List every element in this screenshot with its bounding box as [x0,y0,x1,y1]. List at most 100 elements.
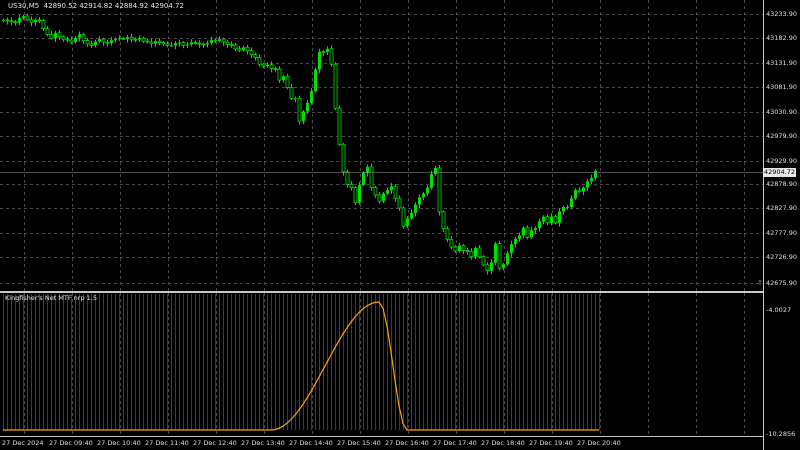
candle-body [514,238,517,245]
candle-body [530,230,533,238]
price-tick: 42827.90 [766,204,798,212]
candle-body [218,39,221,42]
candle-body [318,51,321,70]
candle-body [449,238,454,248]
time-label: 27 Dec 11:40 [145,439,189,447]
candle-body [430,174,433,188]
price-tick: 42777.90 [766,229,798,237]
candle-body [497,243,502,269]
indicator-label: Kingfisher's Net MTF nrp 1.5 [5,294,98,302]
candle-body [390,186,393,191]
candle-body [401,207,406,227]
candle-body [538,221,541,229]
time-label: 27 Dec 16:40 [385,439,429,447]
candle-body [550,216,553,223]
candle-body [477,247,482,258]
candle-body [89,43,94,46]
candle-body [249,50,254,55]
candle-body [154,41,157,44]
candle-body [81,33,86,41]
candle-body [181,42,186,46]
candle-body [133,38,138,41]
candle-body [101,38,106,43]
candle-body [13,21,18,24]
candle-body [502,264,505,269]
candle-body [225,41,230,45]
candle-body [9,20,14,23]
candle-body [245,46,250,52]
candle-body [138,38,141,40]
candle-body [5,19,10,22]
candle-body [74,37,77,43]
candle-body [469,250,474,258]
chart-title: US30,M5 42890.52 42914.82 42884.92 42904… [8,2,184,10]
candle-body [210,40,213,43]
candle-body [434,167,437,175]
candle-body [237,48,242,51]
candle-body [78,34,81,38]
candle-body [445,228,450,240]
candle-body [574,190,577,199]
candle-body [326,48,329,53]
candle-body [310,91,313,103]
candle-body [534,228,537,231]
price-tick: 42878.90 [766,180,798,188]
candle-body [586,181,589,188]
candle-body [494,243,497,263]
current-price-label: 42904.72 [763,168,796,177]
candle-body [302,111,305,122]
candle-body [490,262,493,271]
candle-body [253,54,258,58]
candle-body [105,41,110,44]
candle-body [186,44,189,46]
indicator-histogram [3,294,600,430]
candle-body [426,187,429,194]
indicator-max-label: -4.0027 [766,306,792,314]
candle-body [282,76,285,81]
candle-body [165,43,170,46]
candle-body [170,45,173,47]
candle-body [582,187,585,192]
candle-body [126,37,129,39]
candle-body [149,41,154,44]
candle-body [233,44,238,50]
candle-body [110,40,113,43]
candle-body [386,190,389,194]
candlestick-series [2,13,597,275]
price-tick: 43030.90 [766,108,798,116]
candle-body [590,178,593,182]
candle-body [269,64,274,69]
candle-body [229,44,234,46]
candle-body [558,211,561,223]
trading-chart[interactable] [0,0,800,450]
anchor-icon: ⇑ [757,279,763,287]
candle-body [522,227,525,236]
candle-body [481,256,486,266]
candle-body [197,42,202,45]
candle-body [553,216,558,224]
candle-body [341,143,346,173]
candle-body [461,245,466,251]
candle-body [57,32,62,38]
candle-body [297,98,302,122]
candle-body [510,244,513,254]
candle-body [594,170,597,179]
candle-body [157,40,162,43]
candle-body [294,98,297,100]
candle-body [314,69,317,92]
candle-body [277,68,282,81]
candle-body [441,211,446,230]
candle-body [406,218,409,227]
candle-body [85,40,90,45]
candle-body [242,47,245,51]
candle-body [373,187,378,196]
price-tick: 43233.90 [766,10,798,18]
candle-body [213,39,218,42]
candle-body [18,17,21,23]
candle-body [65,38,70,41]
time-label: 27 Dec 18:40 [481,439,525,447]
candle-body [129,36,134,40]
candle-body [289,86,294,99]
candle-body [193,42,198,44]
candle-body [114,39,117,41]
